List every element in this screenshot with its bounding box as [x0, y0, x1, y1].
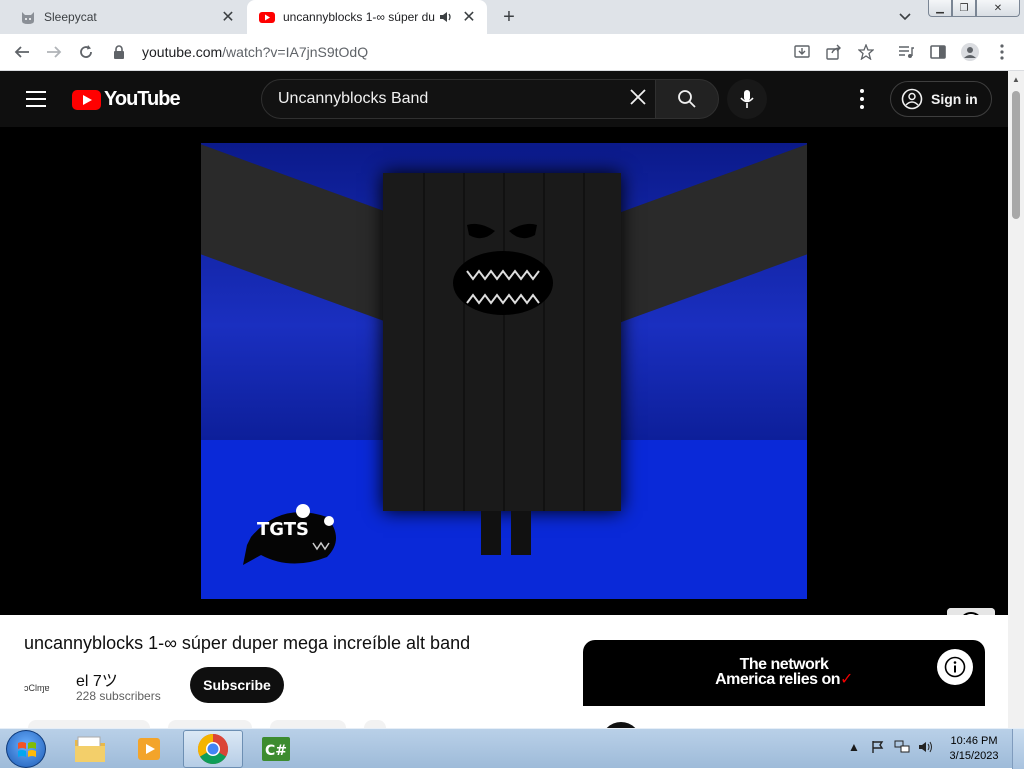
- voice-search-button[interactable]: [727, 79, 767, 119]
- tab-title: uncannyblocks 1-∞ súper du: [283, 10, 435, 24]
- svg-text:C#: C#: [265, 743, 287, 759]
- share-icon[interactable]: [824, 42, 844, 62]
- profile-avatar-icon[interactable]: [960, 42, 980, 62]
- audio-playing-icon[interactable]: [439, 10, 453, 24]
- tab-search-chevron-icon[interactable]: [896, 8, 914, 26]
- creature-body: [383, 173, 621, 511]
- browser-toolbar: youtube.com/watch?v=IA7jnS9tOdQ: [0, 34, 1024, 71]
- tab-sleepycat[interactable]: Sleepycat ✕: [0, 0, 246, 34]
- volume-icon[interactable]: [918, 739, 934, 755]
- action-chip[interactable]: [168, 720, 252, 728]
- action-chip[interactable]: [364, 720, 386, 728]
- tab-strip: Sleepycat ✕ uncannyblocks 1-∞ súper du ✕…: [0, 0, 1024, 34]
- close-tab-icon[interactable]: ✕: [218, 7, 238, 27]
- new-tab-button[interactable]: +: [497, 6, 521, 28]
- taskbar-explorer[interactable]: [60, 730, 120, 768]
- microphone-icon: [740, 90, 754, 108]
- youtube-logo-text: YouTube: [104, 88, 181, 110]
- action-center-flag-icon[interactable]: [870, 739, 886, 755]
- scroll-up-icon[interactable]: ▲: [1012, 75, 1020, 84]
- windows-logo-icon: [18, 742, 36, 757]
- media-player-icon: [138, 738, 160, 760]
- info-icon[interactable]: [937, 649, 973, 685]
- search-input[interactable]: [278, 90, 618, 108]
- tab-youtube[interactable]: uncannyblocks 1-∞ súper du ✕: [247, 0, 487, 34]
- youtube-icon: [259, 12, 275, 23]
- window-restore-button[interactable]: ❐: [952, 0, 976, 17]
- sign-in-button[interactable]: Sign in: [890, 81, 992, 117]
- taskbar-csharp[interactable]: C#: [246, 730, 306, 768]
- back-arrow-icon[interactable]: [12, 42, 32, 62]
- youtube-logo[interactable]: YouTube: [72, 88, 181, 111]
- subscribe-button[interactable]: Subscribe: [190, 667, 284, 703]
- forward-arrow-icon[interactable]: [44, 42, 64, 62]
- action-chip[interactable]: [28, 720, 150, 728]
- window-minimize-button[interactable]: ▁: [928, 0, 952, 17]
- system-clock[interactable]: 10:46 PM 3/15/2023: [942, 734, 1006, 764]
- settings-more-icon[interactable]: [850, 89, 874, 109]
- show-desktop-button[interactable]: [1012, 729, 1024, 769]
- clock-date: 3/15/2023: [949, 750, 999, 762]
- system-tray: ▲: [846, 739, 942, 755]
- chrome-icon: [197, 734, 229, 765]
- cat-icon: [22, 12, 34, 24]
- sign-in-label: Sign in: [931, 91, 978, 107]
- reload-icon[interactable]: [76, 42, 96, 62]
- windows-taskbar: C# ▲ 10:46 PM 3/15/2023: [0, 728, 1024, 769]
- tab-title: Sleepycat: [44, 10, 97, 24]
- lock-icon[interactable]: [112, 45, 126, 59]
- clear-search-icon[interactable]: [626, 87, 650, 111]
- creature-right-arm: [617, 144, 807, 324]
- bookmark-star-icon[interactable]: [856, 42, 876, 62]
- creature-mouth: [453, 251, 553, 315]
- ad-text: The network America relies on✓: [715, 656, 853, 688]
- search-icon: [678, 90, 696, 108]
- show-hidden-icons-icon[interactable]: ▲: [846, 739, 862, 755]
- creature-eyes: [467, 223, 537, 239]
- taskbar-media-player[interactable]: [120, 730, 180, 768]
- taskbar-chrome[interactable]: [183, 730, 243, 768]
- youtube-header: YouTube Sign in: [0, 71, 1008, 127]
- window-close-button[interactable]: ✕: [976, 0, 1020, 17]
- chrome-menu-icon[interactable]: [992, 42, 1012, 62]
- channel-name[interactable]: el 7ツ: [76, 667, 118, 691]
- search-box: [261, 79, 656, 119]
- menu-icon[interactable]: [26, 91, 46, 107]
- creature-left-arm: [201, 144, 391, 324]
- csharp-icon: C#: [262, 737, 290, 761]
- youtube-play-icon: [72, 89, 101, 110]
- action-chip[interactable]: [270, 720, 346, 728]
- close-tab-icon[interactable]: ✕: [459, 7, 479, 27]
- folder-icon: [75, 736, 105, 762]
- start-button[interactable]: [6, 730, 46, 768]
- address-bar[interactable]: youtube.com/watch?v=IA7jnS9tOdQ: [108, 38, 888, 66]
- ad-card[interactable]: The network America relies on✓: [583, 640, 985, 728]
- side-panel-icon[interactable]: [928, 42, 948, 62]
- subscriber-count: 228 subscribers: [76, 689, 161, 703]
- search-button[interactable]: [655, 79, 719, 119]
- channel-avatar[interactable]: ɔClɱɐ: [24, 669, 64, 709]
- action-chips: [28, 720, 388, 728]
- url-text: youtube.com/watch?v=IA7jnS9tOdQ: [142, 44, 369, 60]
- creature-right-leg: [511, 511, 531, 555]
- ad-banner[interactable]: The network America relies on✓: [583, 640, 985, 706]
- page-scrollbar[interactable]: ▲: [1008, 71, 1024, 728]
- youtube-page: YouTube Sign in: [0, 71, 1008, 728]
- scrollbar-thumb[interactable]: [1012, 91, 1020, 219]
- clock-time: 10:46 PM: [950, 735, 998, 747]
- creature-left-leg: [481, 511, 501, 555]
- install-app-icon[interactable]: [792, 42, 812, 62]
- account-icon: [901, 88, 923, 110]
- network-icon[interactable]: [894, 739, 910, 755]
- video-overlay-text: TGTS: [257, 519, 309, 540]
- video-info: uncannyblocks 1-∞ súper duper mega incre…: [0, 615, 1008, 728]
- video-frame[interactable]: TGTS: [201, 143, 807, 599]
- video-player[interactable]: TGTS: [0, 127, 1008, 656]
- media-control-icon[interactable]: [896, 42, 916, 62]
- video-title: uncannyblocks 1-∞ súper duper mega incre…: [24, 633, 471, 653]
